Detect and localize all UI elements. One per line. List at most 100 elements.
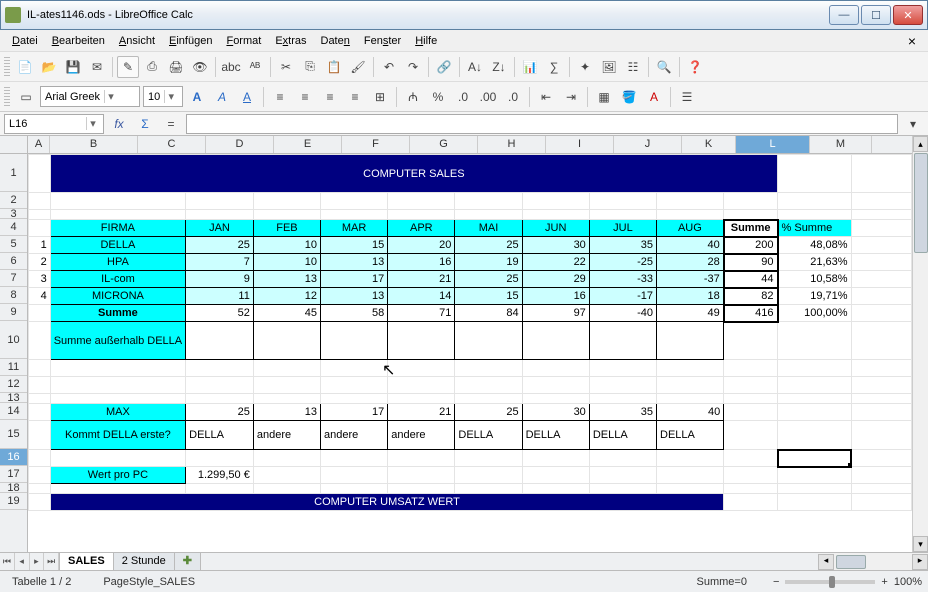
nav-icon[interactable]: ✦ xyxy=(574,56,596,78)
menu-close-icon[interactable]: × xyxy=(902,33,922,49)
edit-icon[interactable]: ✎ xyxy=(117,56,139,78)
toolbar-grip[interactable] xyxy=(4,87,10,107)
menu-hilfe[interactable]: Hilfe xyxy=(409,33,443,49)
col-header-H[interactable]: H xyxy=(478,136,546,153)
col-header-C[interactable]: C xyxy=(138,136,206,153)
scroll-up-icon[interactable]: ▴ xyxy=(913,136,928,152)
open-icon[interactable]: 📂 xyxy=(38,56,60,78)
row-header-16[interactable]: 16 xyxy=(0,449,27,466)
preview-icon[interactable]: 👁 xyxy=(189,56,211,78)
sort-asc-icon[interactable]: A↓ xyxy=(464,56,486,78)
gallery-icon[interactable]: 🖼 xyxy=(598,56,620,78)
align-right-icon[interactable]: ≡ xyxy=(319,86,341,108)
row-header-8[interactable]: 8 xyxy=(0,287,27,304)
func-icon[interactable]: ∑ xyxy=(543,56,565,78)
fontcolor-icon[interactable]: A xyxy=(643,86,665,108)
row-header-19[interactable]: 19 xyxy=(0,493,27,510)
merge-icon[interactable]: ⊞ xyxy=(369,86,391,108)
row-header-10[interactable]: 10 xyxy=(0,321,27,359)
col-header-K[interactable]: K xyxy=(682,136,736,153)
tab-add-icon[interactable]: ✚ xyxy=(175,553,201,570)
row-header-15[interactable]: 15 xyxy=(0,420,27,449)
align-left-icon[interactable]: ≡ xyxy=(269,86,291,108)
maximize-button[interactable]: ☐ xyxy=(861,5,891,25)
print-icon[interactable]: 🖨 xyxy=(165,56,187,78)
sort-desc-icon[interactable]: Z↓ xyxy=(488,56,510,78)
close-button[interactable]: ✕ xyxy=(893,5,923,25)
row-header-1[interactable]: 1 xyxy=(0,154,27,192)
menu-extras[interactable]: Extras xyxy=(269,33,312,49)
scroll-left-icon[interactable]: ◂ xyxy=(818,554,834,570)
row-header-14[interactable]: 14 xyxy=(0,403,27,420)
select-all-corner[interactable] xyxy=(0,136,28,154)
vertical-scrollbar[interactable]: ▴ ▾ xyxy=(912,136,928,552)
zoom-slider[interactable] xyxy=(785,580,875,584)
tab-sales[interactable]: SALES xyxy=(60,553,114,570)
align-center-icon[interactable]: ≡ xyxy=(294,86,316,108)
column-headers[interactable]: ABCDEFGHIJKLM xyxy=(28,136,912,154)
scroll-thumb[interactable] xyxy=(914,153,928,253)
menu-fenster[interactable]: Fenster xyxy=(358,33,407,49)
dec-del-icon[interactable]: .0 xyxy=(502,86,524,108)
bold-icon[interactable]: A xyxy=(186,86,208,108)
datasrc-icon[interactable]: ☷ xyxy=(622,56,644,78)
sum-icon[interactable]: Σ xyxy=(134,113,156,135)
chart-icon[interactable]: 📊 xyxy=(519,56,541,78)
scroll-right-icon[interactable]: ▸ xyxy=(912,554,928,570)
tab-prev-icon[interactable]: ◂ xyxy=(15,553,30,570)
col-header-B[interactable]: B xyxy=(50,136,138,153)
scroll-thumb[interactable] xyxy=(836,555,866,569)
border-icon[interactable]: ▦ xyxy=(593,86,615,108)
copy-icon[interactable]: ⎘ xyxy=(299,56,321,78)
row-header-4[interactable]: 4 xyxy=(0,219,27,236)
col-header-L[interactable]: L xyxy=(736,136,810,153)
underline-icon[interactable]: A xyxy=(236,86,258,108)
menu-ansicht[interactable]: Ansicht xyxy=(113,33,161,49)
indent-inc-icon[interactable]: ⇥ xyxy=(560,86,582,108)
undo-icon[interactable]: ↶ xyxy=(378,56,400,78)
help-icon[interactable]: ❓ xyxy=(684,56,706,78)
save-icon[interactable]: 💾 xyxy=(62,56,84,78)
dec-add-icon[interactable]: .00 xyxy=(477,86,499,108)
tab-first-icon[interactable]: ⏮ xyxy=(0,553,15,570)
col-header-M[interactable]: M xyxy=(810,136,872,153)
tab-last-icon[interactable]: ⏭ xyxy=(44,553,59,570)
cell-grid[interactable]: COMPUTER SALESFIRMAJANFEBMARAPRMAIJUNJUL… xyxy=(28,154,912,552)
row-header-5[interactable]: 5 xyxy=(0,236,27,253)
currency-icon[interactable]: ₼ xyxy=(402,86,424,108)
menu-datei[interactable]: Datei xyxy=(6,33,44,49)
percent-icon[interactable]: % xyxy=(427,86,449,108)
col-header-I[interactable]: I xyxy=(546,136,614,153)
redo-icon[interactable]: ↷ xyxy=(402,56,424,78)
align-justify-icon[interactable]: ≡ xyxy=(344,86,366,108)
row-headers[interactable]: 12345678910111213141516171819 xyxy=(0,154,28,552)
spellcheck-icon[interactable]: abc xyxy=(220,56,242,78)
row-header-12[interactable]: 12 xyxy=(0,376,27,393)
number-icon[interactable]: .0 xyxy=(452,86,474,108)
new-icon[interactable]: 📄 xyxy=(14,56,36,78)
col-header-A[interactable]: A xyxy=(28,136,50,153)
mail-icon[interactable]: ✉ xyxy=(86,56,108,78)
conditions-icon[interactable]: ☰ xyxy=(676,86,698,108)
scroll-down-icon[interactable]: ▾ xyxy=(913,536,928,552)
font-name-select[interactable]: Arial Greek ▾ xyxy=(40,86,140,107)
zoom-in-icon[interactable]: + xyxy=(881,576,887,588)
horizontal-scrollbar[interactable]: ◂ ▸ xyxy=(818,553,928,570)
row-header-6[interactable]: 6 xyxy=(0,253,27,270)
zoom-icon[interactable]: 🔍 xyxy=(653,56,675,78)
tab-next-icon[interactable]: ▸ xyxy=(30,553,45,570)
font-size-select[interactable]: 10 ▾ xyxy=(143,86,183,107)
fx-wizard-icon[interactable]: fx xyxy=(108,113,130,135)
toolbar-grip[interactable] xyxy=(4,57,10,77)
col-header-D[interactable]: D xyxy=(206,136,274,153)
equals-icon[interactable]: = xyxy=(160,113,182,135)
menu-daten[interactable]: Daten xyxy=(315,33,356,49)
row-header-7[interactable]: 7 xyxy=(0,270,27,287)
expand-input-icon[interactable]: ▾ xyxy=(902,113,924,135)
row-header-2[interactable]: 2 xyxy=(0,192,27,209)
cut-icon[interactable]: ✂ xyxy=(275,56,297,78)
styles-icon[interactable]: ▭ xyxy=(15,86,37,108)
autospell-icon[interactable]: ᴬᴮ xyxy=(244,56,266,78)
brush-icon[interactable]: 🖌 xyxy=(347,56,369,78)
col-header-E[interactable]: E xyxy=(274,136,342,153)
